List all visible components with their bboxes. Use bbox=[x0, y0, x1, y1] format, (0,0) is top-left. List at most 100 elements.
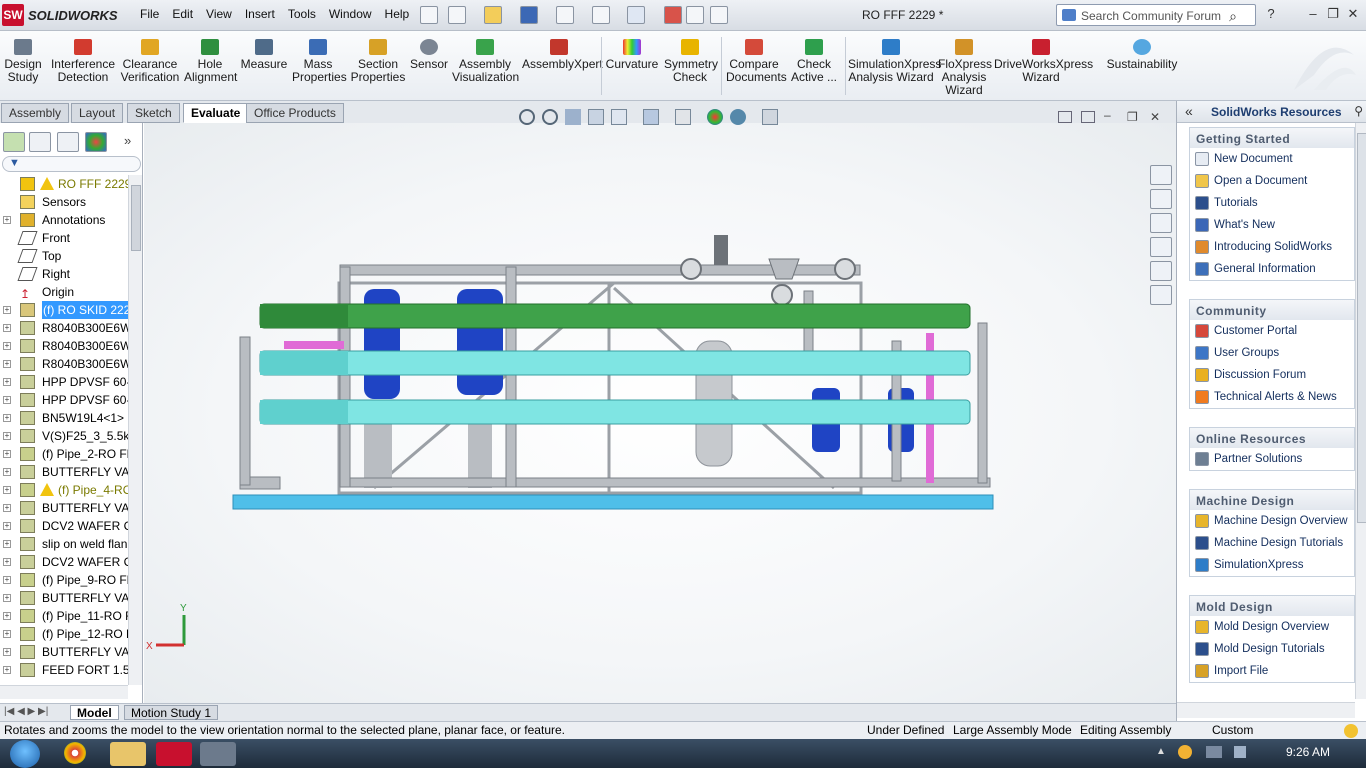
split-view-icon[interactable] bbox=[1058, 111, 1072, 123]
resource-link[interactable]: Discussion Forum bbox=[1190, 364, 1354, 386]
close-icon[interactable]: ✕ bbox=[1344, 6, 1362, 22]
task-pane-scroll-thumb[interactable] bbox=[1357, 133, 1366, 523]
expand-toggle-icon[interactable]: + bbox=[3, 558, 11, 566]
zoom-to-fit-icon[interactable] bbox=[519, 109, 535, 125]
display-manager-tab-icon[interactable] bbox=[85, 132, 107, 152]
save-icon[interactable] bbox=[520, 6, 538, 24]
task-pane-scrollbar[interactable] bbox=[1355, 123, 1366, 699]
expand-toggle-icon[interactable]: + bbox=[3, 648, 11, 656]
print-icon[interactable] bbox=[556, 6, 574, 24]
app-taskbar-icon[interactable] bbox=[200, 742, 236, 766]
expand-toggle-icon[interactable]: + bbox=[3, 630, 11, 638]
resource-link[interactable]: New Document bbox=[1190, 148, 1354, 170]
tray-up-arrow-icon[interactable]: ▲ bbox=[1156, 746, 1166, 757]
appearances-icon[interactable] bbox=[1150, 261, 1172, 281]
resource-link[interactable]: What's New bbox=[1190, 214, 1354, 236]
tree-item[interactable]: + BUTTERFLY VAL bbox=[0, 463, 128, 481]
expand-toggle-icon[interactable]: + bbox=[3, 360, 11, 368]
apply-scene-icon[interactable] bbox=[730, 109, 746, 125]
split-view-2-icon[interactable] bbox=[1081, 111, 1095, 123]
tree-item[interactable]: + FEED FORT 1.5in bbox=[0, 661, 128, 679]
sensor-button[interactable]: Sensor bbox=[410, 39, 448, 71]
notification-icon[interactable] bbox=[1344, 724, 1358, 738]
assembly-visualization-button[interactable]: Assembly Visualization bbox=[452, 39, 519, 84]
viewport-minimize-icon[interactable]: – bbox=[1104, 109, 1118, 123]
tree-item[interactable]: + R8040B300E6W< bbox=[0, 337, 128, 355]
expand-toggle-icon[interactable]: + bbox=[3, 306, 11, 314]
tab-sketch[interactable]: Sketch bbox=[127, 103, 180, 123]
tab-office-products[interactable]: Office Products bbox=[246, 103, 344, 123]
tree-item[interactable]: + V(S)F25_3_5.5kW bbox=[0, 427, 128, 445]
graphics-area[interactable]: Y X bbox=[144, 123, 1176, 703]
resources-home-icon[interactable] bbox=[1150, 165, 1172, 185]
tab-evaluate[interactable]: Evaluate bbox=[183, 103, 249, 123]
expand-toggle-icon[interactable]: + bbox=[3, 378, 11, 386]
section-view-icon[interactable] bbox=[588, 109, 604, 125]
tray-icon-1[interactable] bbox=[1178, 745, 1192, 759]
resource-link[interactable]: Tutorials bbox=[1190, 192, 1354, 214]
hide-show-icon[interactable] bbox=[675, 109, 691, 125]
expand-toggle-icon[interactable]: + bbox=[3, 504, 11, 512]
pin-icon[interactable]: ⚲ bbox=[1354, 104, 1363, 118]
tray-volume-icon[interactable] bbox=[1234, 746, 1246, 758]
sustainability-button[interactable]: Sustainability bbox=[1106, 39, 1178, 71]
help-question-icon[interactable]: ? bbox=[1262, 6, 1280, 22]
tree-item[interactable]: + (f) Pipe_11-RO F bbox=[0, 607, 128, 625]
model-view[interactable]: Y X bbox=[144, 123, 1176, 703]
minimize-icon[interactable]: – bbox=[1304, 6, 1322, 22]
resource-link[interactable]: Mold Design Overview bbox=[1190, 616, 1354, 638]
compare-documents-button[interactable]: Compare Documents bbox=[726, 39, 787, 84]
assemblyxpert-button[interactable]: AssemblyXpert bbox=[522, 39, 603, 71]
resource-link[interactable]: Technical Alerts & News bbox=[1190, 386, 1354, 408]
expand-toggle-icon[interactable]: + bbox=[3, 522, 11, 530]
view-settings-icon[interactable] bbox=[762, 109, 778, 125]
tree-item[interactable]: Right bbox=[0, 265, 128, 283]
expand-toggle-icon[interactable]: + bbox=[3, 486, 11, 494]
measure-button[interactable]: Measure bbox=[240, 39, 288, 71]
tree-item[interactable]: + (f) Pipe_12-RO F bbox=[0, 625, 128, 643]
property-manager-tab-icon[interactable] bbox=[29, 132, 51, 152]
solidworks-taskbar-icon[interactable] bbox=[156, 742, 192, 766]
menu-edit[interactable]: Edit bbox=[172, 7, 193, 21]
expand-toggle-icon[interactable]: + bbox=[3, 594, 11, 602]
interference-detection-button[interactable]: Interference Detection bbox=[48, 39, 118, 84]
symmetry-check-button[interactable]: Symmetry Check bbox=[664, 39, 718, 84]
expand-toggle-icon[interactable]: + bbox=[3, 612, 11, 620]
collapse-chevron-icon[interactable]: « bbox=[1185, 103, 1193, 119]
task-pane-hscrollbar[interactable] bbox=[1177, 702, 1355, 718]
tree-item[interactable]: + (f) Pipe_9-RO FF bbox=[0, 571, 128, 589]
menu-view[interactable]: View bbox=[206, 7, 232, 21]
design-study-button[interactable]: Design Study bbox=[4, 39, 42, 84]
explorer-icon[interactable] bbox=[110, 742, 146, 766]
driveworksxpress-button[interactable]: DriveWorksXpress Wizard bbox=[994, 39, 1093, 84]
chrome-icon[interactable] bbox=[64, 742, 86, 764]
display-style-icon[interactable] bbox=[643, 109, 659, 125]
resource-link[interactable]: Customer Portal bbox=[1190, 320, 1354, 342]
tree-item[interactable]: + HPP DPVSF 60-6 bbox=[0, 391, 128, 409]
menu-window[interactable]: Window bbox=[329, 7, 372, 21]
menu-tools[interactable]: Tools bbox=[288, 7, 316, 21]
expand-toggle-icon[interactable]: + bbox=[3, 432, 11, 440]
restore-icon[interactable]: ❐ bbox=[1324, 6, 1342, 22]
search-community-input[interactable]: Search Community Forum ⌕ bbox=[1056, 4, 1256, 26]
section-properties-button[interactable]: Section Properties bbox=[350, 39, 406, 84]
configuration-manager-tab-icon[interactable] bbox=[57, 132, 79, 152]
tree-item[interactable]: RO FFF 2229 (De bbox=[0, 175, 128, 193]
new-icon[interactable] bbox=[448, 6, 466, 24]
pin-icon[interactable] bbox=[420, 6, 438, 24]
menu-file[interactable]: File bbox=[140, 7, 159, 21]
expand-toggle-icon[interactable]: + bbox=[3, 576, 11, 584]
curvature-button[interactable]: Curvature bbox=[604, 39, 660, 71]
viewport-restore-icon[interactable]: ❐ bbox=[1127, 111, 1141, 123]
undo-icon[interactable] bbox=[592, 6, 610, 24]
tree-item[interactable]: + R8040B300E6W< bbox=[0, 319, 128, 337]
tree-filter[interactable]: ▼ bbox=[2, 156, 141, 172]
simulationxpress-button[interactable]: SimulationXpress Analysis Wizard bbox=[848, 39, 941, 84]
tree-item[interactable]: + HPP DPVSF 60-6 bbox=[0, 373, 128, 391]
tree-item[interactable]: + (f) Pipe_4-RO bbox=[0, 481, 128, 499]
search-icon[interactable]: ⌕ bbox=[1229, 8, 1237, 25]
resource-link[interactable]: Machine Design Tutorials bbox=[1190, 532, 1354, 554]
tree-item[interactable]: + Annotations bbox=[0, 211, 128, 229]
start-button[interactable] bbox=[10, 740, 40, 768]
expand-toggle-icon[interactable]: + bbox=[3, 216, 11, 224]
